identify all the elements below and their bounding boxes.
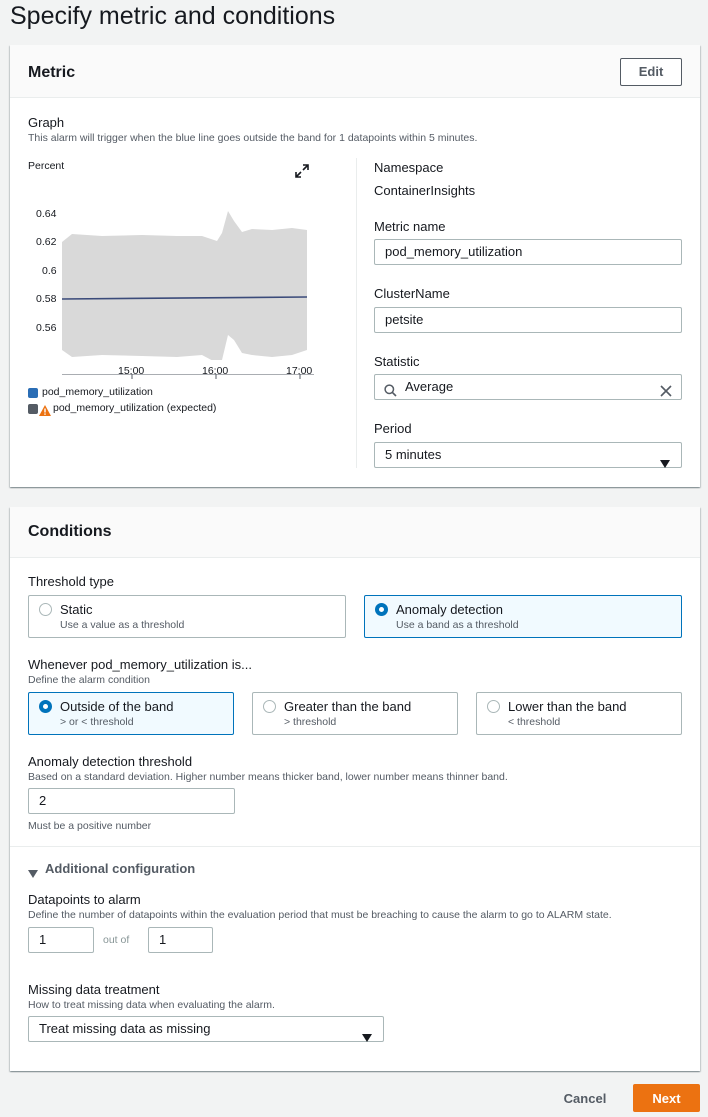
statistic-value: Average: [405, 379, 454, 394]
expand-icon[interactable]: [294, 163, 310, 179]
missing-data-description: How to treat missing data when evaluatin…: [28, 999, 275, 1011]
anomaly-threshold-hint: Must be a positive number: [28, 820, 152, 832]
datapoints-label: Datapoints to alarm: [28, 892, 141, 907]
caret-down-icon: [660, 452, 670, 476]
option-description: > or < threshold: [60, 716, 134, 728]
y-tick: 0.64: [36, 208, 57, 220]
cluster-name-field[interactable]: petsite: [374, 307, 682, 333]
graph-description: This alarm will trigger when the blue li…: [28, 132, 478, 144]
datapoints-description: Define the number of datapoints within t…: [28, 909, 612, 921]
metric-panel: Metric Edit Graph This alarm will trigge…: [10, 45, 700, 487]
legend-swatch: [28, 388, 38, 398]
option-description: < threshold: [508, 716, 561, 728]
period-select[interactable]: 5 minutes: [374, 442, 682, 468]
option-title: Greater than the band: [284, 699, 412, 714]
threshold-type-static[interactable]: Static Use a value as a threshold: [28, 595, 346, 638]
search-icon: [384, 381, 397, 397]
option-description: Use a value as a threshold: [60, 619, 185, 631]
option-title: Anomaly detection: [396, 602, 503, 617]
metric-name-label: Metric name: [374, 219, 446, 234]
anomaly-threshold-description: Based on a standard deviation. Higher nu…: [28, 771, 508, 783]
x-axis: [62, 374, 314, 379]
y-tick: 0.58: [36, 293, 57, 305]
chart-plot: [62, 211, 308, 360]
missing-data-select[interactable]: Treat missing data as missing: [28, 1016, 384, 1042]
option-description: Use a band as a threshold: [396, 619, 519, 631]
warning-icon: [39, 403, 51, 421]
expected-band: [62, 211, 307, 360]
legend-item[interactable]: pod_memory_utilization (expected): [28, 402, 288, 416]
period-label: Period: [374, 421, 412, 436]
additional-config-toggle[interactable]: Additional configuration: [28, 861, 228, 878]
y-tick: 0.6: [42, 265, 57, 277]
section-divider: [10, 846, 700, 847]
clear-icon[interactable]: [660, 381, 672, 397]
cancel-button[interactable]: Cancel: [553, 1084, 617, 1112]
option-description: > threshold: [284, 716, 337, 728]
band-option-outside[interactable]: Outside of the band > or < threshold: [28, 692, 234, 735]
radio-button[interactable]: [39, 603, 52, 616]
caret-down-icon: [28, 865, 38, 883]
evaluation-periods-input[interactable]: 1: [148, 927, 213, 953]
threshold-type-label: Threshold type: [28, 574, 114, 589]
radio-button[interactable]: [39, 700, 52, 713]
out-of-label: out of: [103, 934, 130, 946]
x-tick: 15:00: [118, 365, 145, 377]
anomaly-threshold-label: Anomaly detection threshold: [28, 754, 193, 769]
edit-button[interactable]: Edit: [620, 58, 682, 86]
metric-header: Metric: [28, 64, 76, 81]
missing-data-label: Missing data treatment: [28, 982, 160, 997]
radio-button[interactable]: [263, 700, 276, 713]
legend-label: pod_memory_utilization (expected): [53, 402, 217, 414]
graph-label: Graph: [28, 115, 65, 130]
next-button[interactable]: Next: [633, 1084, 700, 1112]
threshold-type-anomaly[interactable]: Anomaly detection Use a band as a thresh…: [364, 595, 682, 638]
x-tick: 17:00: [286, 365, 313, 377]
cluster-name-label: ClusterName: [374, 286, 450, 301]
band-option-greater[interactable]: Greater than the band > threshold: [252, 692, 458, 735]
band-option-lower[interactable]: Lower than the band < threshold: [476, 692, 682, 735]
option-title: Lower than the band: [508, 699, 627, 714]
statistic-label: Statistic: [374, 354, 420, 369]
page-title: Specify metric and conditions: [10, 2, 336, 30]
y-tick: 0.62: [36, 236, 57, 248]
option-title: Outside of the band: [60, 699, 174, 714]
legend-item[interactable]: pod_memory_utilization: [28, 386, 288, 400]
metric-panel-header: Metric Edit: [10, 45, 700, 98]
y-axis-label: Percent: [28, 160, 65, 172]
metric-name-field[interactable]: pod_memory_utilization: [374, 239, 682, 265]
missing-data-value: Treat missing data as missing: [39, 1021, 211, 1036]
period-value: 5 minutes: [385, 447, 442, 462]
conditions-panel-header: Conditions: [10, 507, 700, 558]
whenever-label: Whenever pod_memory_utilization is...: [28, 657, 252, 672]
legend-label: pod_memory_utilization: [42, 386, 153, 398]
column-divider: [356, 158, 357, 468]
whenever-description: Define the alarm condition: [28, 674, 150, 686]
option-title: Static: [60, 602, 93, 617]
radio-button[interactable]: [375, 603, 388, 616]
y-tick: 0.56: [36, 322, 57, 334]
x-tick: 16:00: [202, 365, 229, 377]
caret-down-icon: [362, 1026, 372, 1050]
namespace-value: ContainerInsights: [374, 183, 476, 198]
conditions-header: Conditions: [28, 523, 112, 540]
conditions-panel: Conditions Threshold type Static Use a v…: [10, 507, 700, 1071]
statistic-search[interactable]: Average: [374, 374, 682, 400]
anomaly-threshold-input[interactable]: 2: [28, 788, 235, 814]
radio-button[interactable]: [487, 700, 500, 713]
datapoints-input[interactable]: 1: [28, 927, 94, 953]
legend-swatch: [28, 404, 38, 414]
additional-config-label: Additional configuration: [45, 861, 196, 876]
namespace-label: Namespace: [374, 160, 444, 175]
metric-chart: Percent 0.64 0.62 0.6 0.58 0.56 15:00 16…: [28, 160, 328, 420]
